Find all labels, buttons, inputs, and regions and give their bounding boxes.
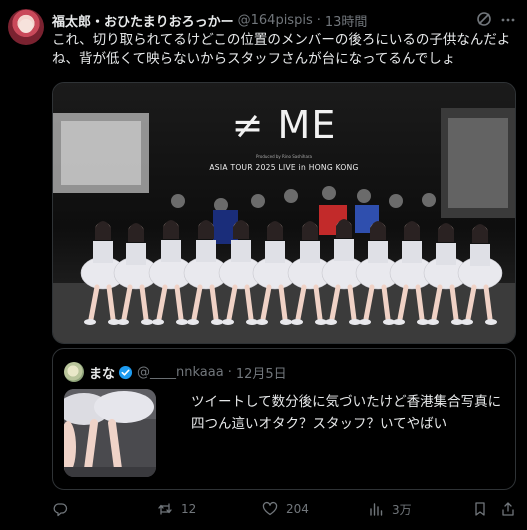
views-icon — [370, 503, 383, 516]
quote-photo — [64, 389, 156, 477]
avatar-face — [19, 19, 33, 33]
quote-author-name[interactable]: まな — [89, 363, 115, 382]
verified-icon — [118, 365, 133, 379]
action-bar: 12 204 3万 — [0, 498, 527, 520]
stage-logo: ≠ ME — [231, 103, 337, 147]
tweet-text: これ、切り取られてるけどこの位置のメンバーの後ろにいるの子供なんだよね、背が低く… — [52, 32, 511, 67]
produced-by-caption: Produced by Rino Sashihara — [255, 154, 312, 159]
views-count: 3万 — [392, 502, 412, 517]
author-avatar[interactable] — [8, 9, 44, 45]
more-icon[interactable] — [500, 12, 516, 28]
tour-caption: ASIA TOUR 2025 LIVE in HONG KONG — [209, 163, 359, 172]
retweet-count: 12 — [181, 502, 197, 516]
share-icon — [502, 502, 514, 516]
tweet-photo[interactable]: ≠ ME Produced by Rino Sashihara ASIA TOU… — [52, 82, 516, 344]
retweet-button[interactable]: 12 — [157, 498, 196, 520]
quote-text: ツイートして数分後に気づいたけど香港集合写真に四つん這いオタク？スタッフ？いてや… — [191, 394, 502, 432]
like-count: 204 — [286, 502, 309, 516]
quote-separator-dot: · — [227, 364, 232, 380]
quote-author-handle[interactable]: @____nnkaaa — [137, 365, 224, 380]
tweet-time[interactable]: 13時間 — [325, 11, 368, 30]
quote-date[interactable]: 12月5日 — [236, 363, 287, 382]
reply-button[interactable] — [52, 498, 76, 520]
views-button[interactable]: 3万 — [368, 498, 412, 520]
retweet-icon — [158, 503, 172, 515]
author-handle[interactable]: @164pispis — [238, 13, 313, 28]
tweet-header: 福太郎・おひたまりおろっかー @164pispis · 13時間 — [52, 10, 367, 30]
separator-dot: · — [316, 12, 321, 28]
bookmark-icon — [475, 502, 485, 516]
grok-icon[interactable] — [476, 11, 492, 27]
reply-icon — [53, 503, 68, 517]
like-icon — [262, 501, 278, 516]
author-name[interactable]: 福太郎・おひたまりおろっかー — [52, 11, 234, 30]
quote-author-avatar[interactable] — [64, 362, 84, 382]
quote-photo-thumbnail[interactable] — [64, 389, 156, 477]
bookmark-button[interactable] — [472, 498, 488, 520]
like-button[interactable]: 204 — [262, 498, 309, 520]
quoted-tweet[interactable]: まな @____nnkaaa · 12月5日 ツイートして数分後に気づいたけど香… — [52, 348, 516, 490]
share-button[interactable] — [500, 498, 516, 520]
quote-header: まな @____nnkaaa · 12月5日 — [89, 362, 287, 382]
